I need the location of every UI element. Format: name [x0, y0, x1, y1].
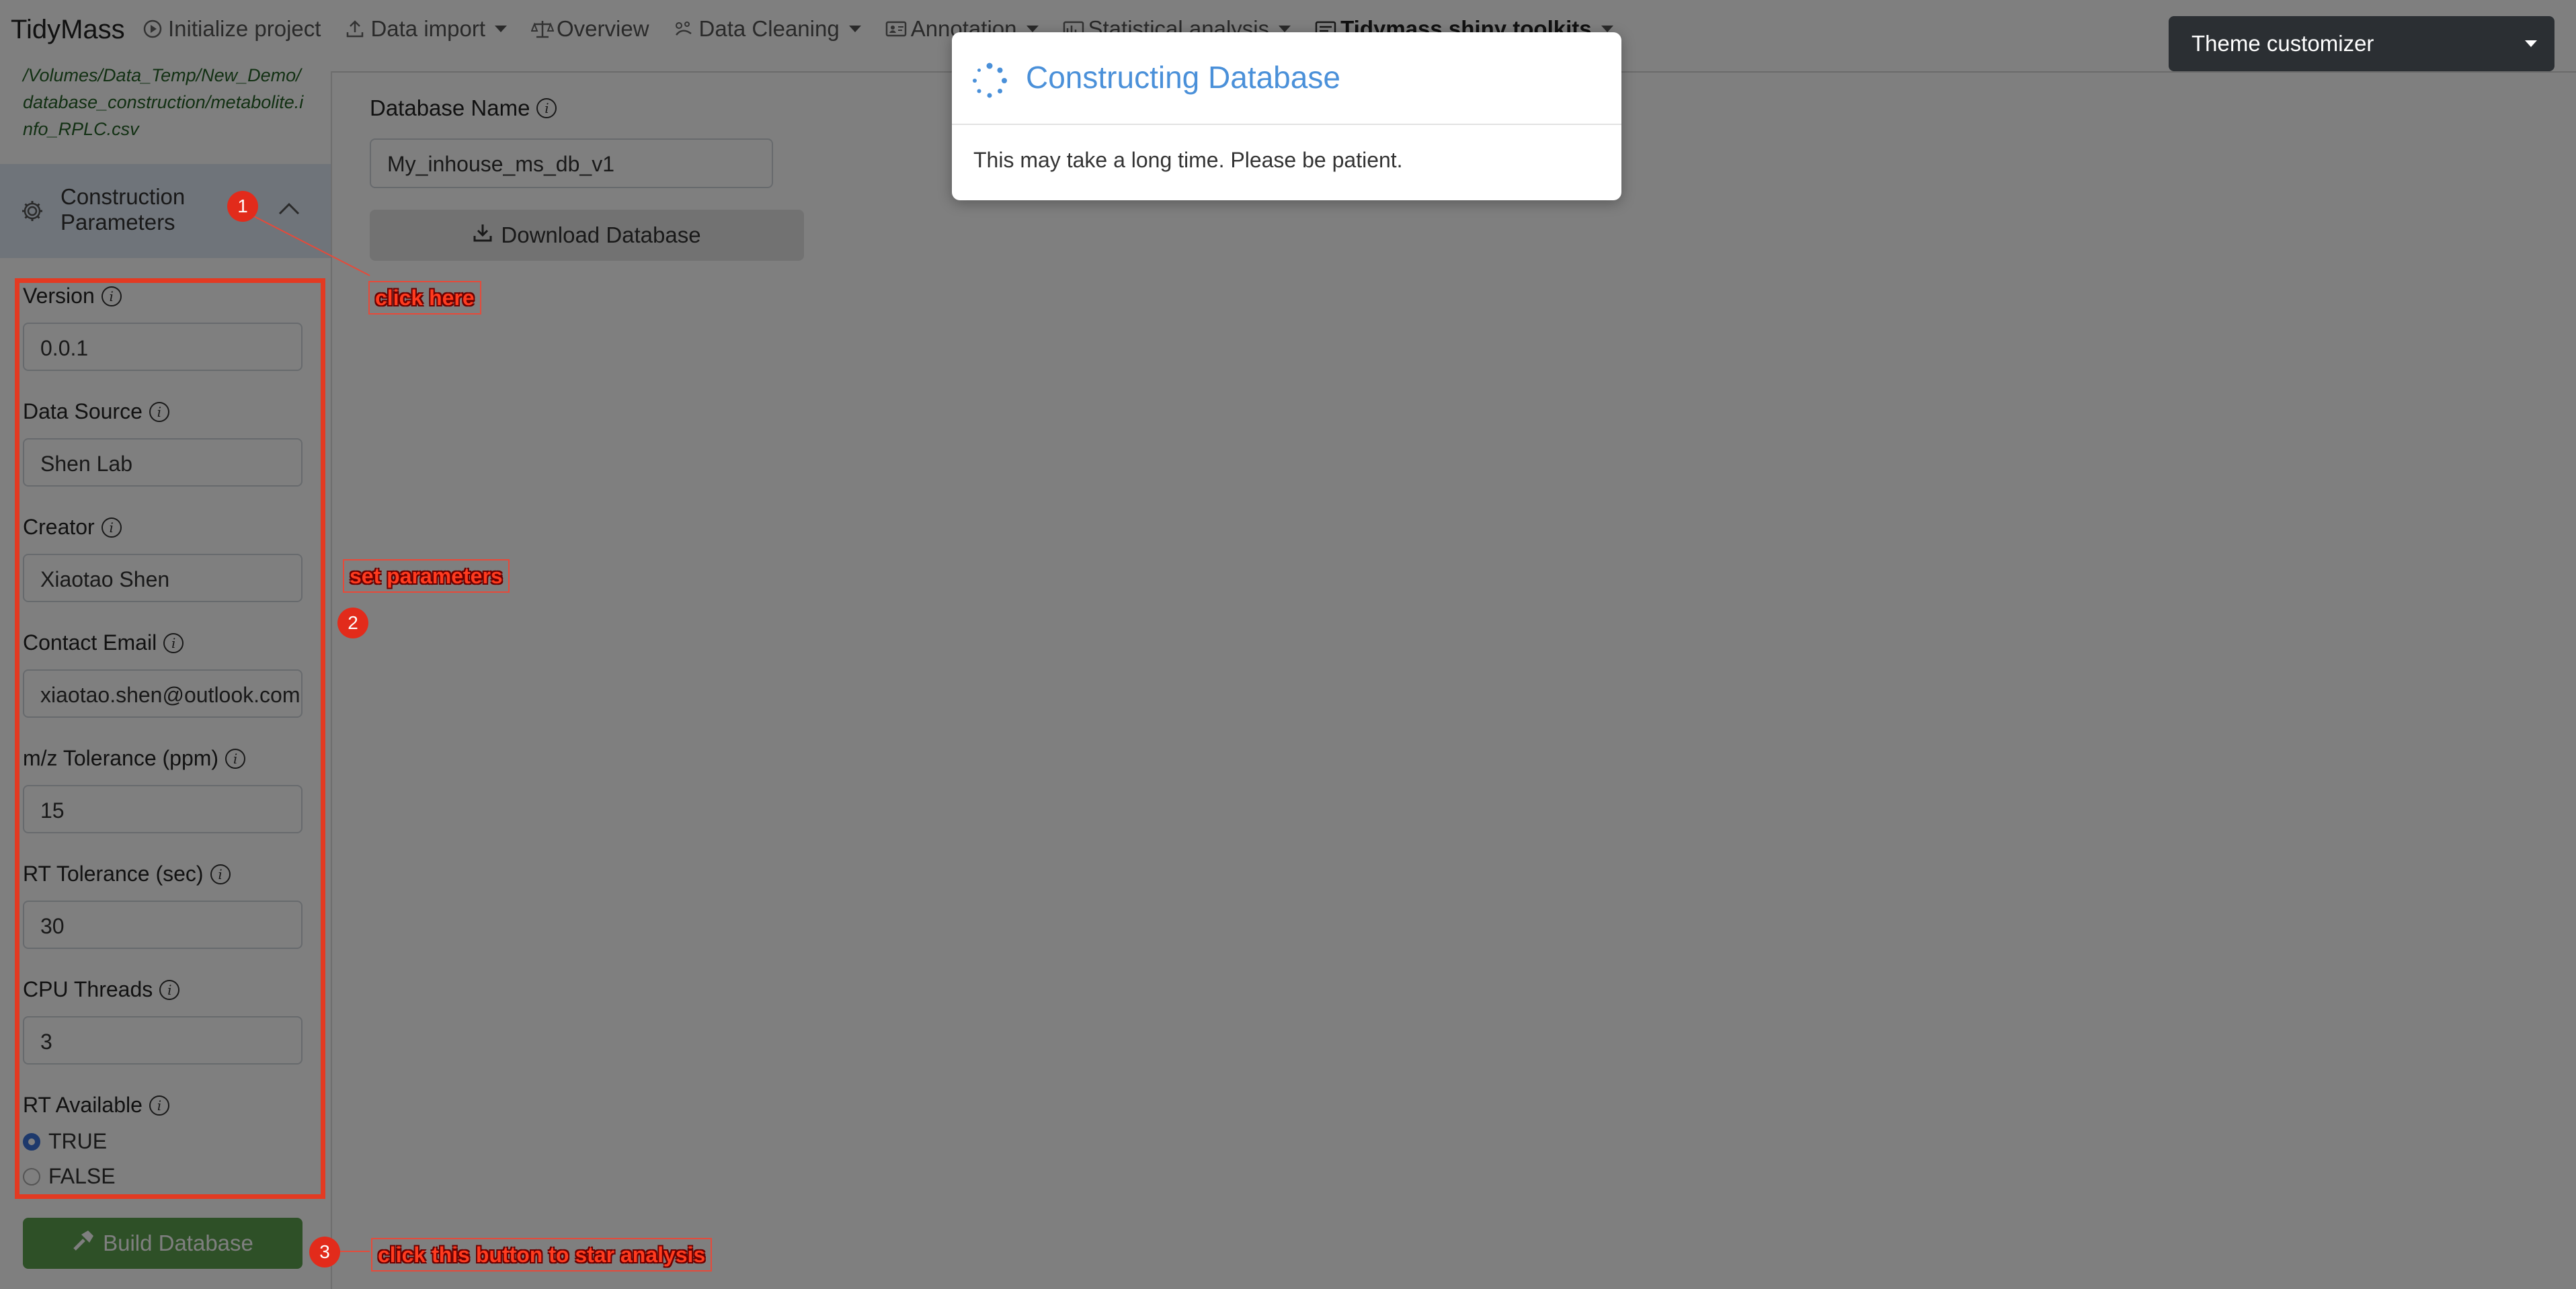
- annotation-badge-3: 3: [309, 1237, 340, 1267]
- annotation-label-1: click here: [368, 281, 481, 315]
- modal-body: This may take a long time. Please be pat…: [973, 148, 1403, 172]
- annotation-label-2: set parameters: [343, 559, 510, 593]
- annotation-badge-2: 2: [337, 608, 368, 638]
- app-root: TidyMass Initialize project Data import: [0, 0, 2576, 1289]
- theme-customizer-label: Theme customizer: [2191, 31, 2374, 56]
- spinner-icon: [973, 63, 1007, 98]
- chevron-down-icon: [2525, 40, 2537, 47]
- annotation-label-3: click this button to star analysis: [371, 1238, 713, 1272]
- constructing-database-modal: Constructing Database This may take a lo…: [952, 32, 1621, 200]
- annotation-badge-1: 1: [227, 191, 258, 222]
- modal-title: Constructing Database: [1026, 60, 1340, 95]
- modal-header: Constructing Database: [952, 32, 1621, 125]
- parameters-highlight-frame: [15, 278, 325, 1199]
- theme-customizer[interactable]: Theme customizer: [2169, 16, 2554, 71]
